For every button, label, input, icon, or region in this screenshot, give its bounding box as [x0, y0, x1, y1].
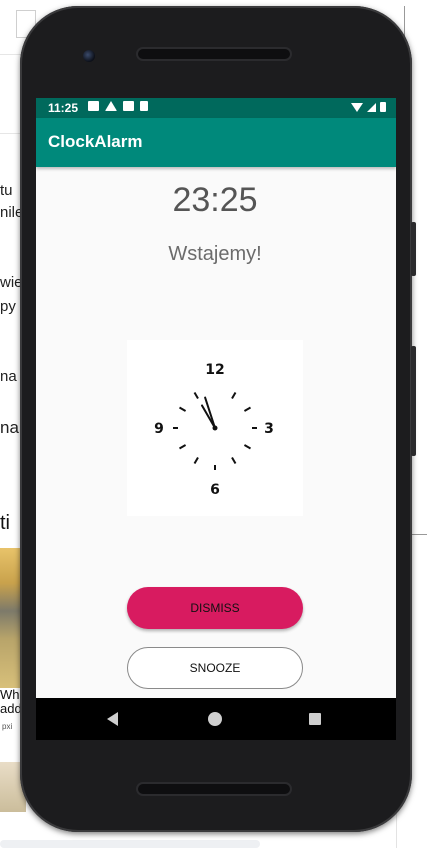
navigation-bar: [36, 698, 396, 740]
clock-face: 12 3 6 9: [154, 362, 274, 498]
battery-icon: [380, 102, 386, 112]
background-bar: [0, 840, 260, 848]
snooze-button[interactable]: SNOOZE: [127, 647, 303, 689]
bottom-speaker: [138, 784, 290, 794]
back-icon[interactable]: [107, 712, 118, 726]
drive-icon: [105, 101, 117, 111]
analog-clock: 12 3 6 9: [127, 340, 303, 516]
top-speaker: [138, 49, 290, 59]
background-text: tu: [0, 182, 13, 199]
clock-tick: [193, 456, 199, 465]
background-text: py: [0, 298, 16, 315]
background-small-text: pxi: [2, 722, 13, 731]
app-bar: ClockAlarm: [36, 118, 396, 167]
clock-ticks: [173, 391, 257, 470]
clock-tick: [231, 391, 237, 400]
sd-card-icon: [140, 101, 148, 111]
clock-numeral-9: 9: [154, 421, 164, 437]
signal-icon: [367, 102, 376, 112]
clock-numeral-3: 3: [264, 421, 274, 437]
home-icon[interactable]: [208, 712, 222, 726]
volume-button: [411, 222, 416, 276]
app-screen: 11:25 ClockAlarm 23:25 Wstajemy! 12 3 6 …: [36, 98, 396, 698]
wifi-icon: [351, 102, 363, 112]
clock-numeral-12: 12: [205, 362, 224, 378]
power-button: [411, 346, 416, 456]
clock-tick: [243, 444, 252, 450]
background-heading: ti: [0, 512, 10, 534]
alarm-message: Wstajemy!: [168, 243, 262, 265]
mail-icon: [88, 101, 99, 111]
front-camera: [83, 50, 95, 62]
clock-tick: [178, 406, 187, 412]
dismiss-button[interactable]: DISMISS: [127, 587, 303, 629]
clock-numeral-6: 6: [210, 482, 220, 498]
calendar-icon: [123, 101, 134, 111]
status-bar: 11:25: [36, 98, 396, 118]
clock-tick: [231, 456, 237, 465]
background-text: na: [0, 368, 17, 385]
background-text: na: [0, 418, 19, 437]
clock-tick: [193, 391, 199, 400]
app-title: ClockAlarm: [48, 132, 143, 151]
recents-icon[interactable]: [309, 713, 321, 725]
clock-center: [212, 425, 218, 431]
status-time: 11:25: [48, 101, 79, 115]
clock-tick: [178, 444, 187, 450]
alarm-time: 23:25: [172, 181, 258, 219]
clock-tick: [243, 406, 252, 412]
